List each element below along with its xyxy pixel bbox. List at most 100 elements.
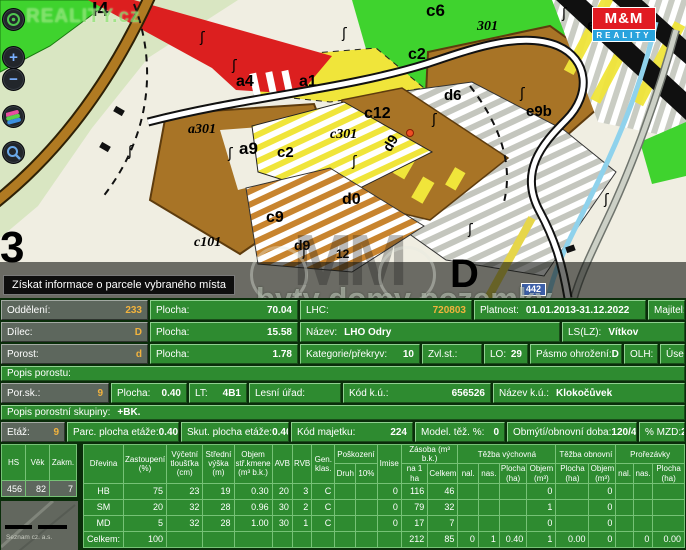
panel-field: Plocha:70.04 (150, 300, 298, 320)
panel-row: Oddělení:233Plocha:70.04LHC:720803 Platno… (1, 300, 685, 320)
column-subheader: Objem (m³) (589, 464, 616, 483)
svg-text:ʃ: ʃ (519, 86, 525, 102)
table-cell (335, 531, 356, 547)
table-cell (203, 531, 234, 547)
zoom-in-button[interactable]: + (2, 46, 25, 69)
table-cell: 1 (292, 515, 311, 531)
panel-field: Kategorie/překryv:10 (300, 344, 420, 364)
table-cell: 0 (589, 515, 616, 531)
panel-field: LHC:720803 (300, 300, 472, 320)
column-subheader: Plocha (ha) (556, 464, 589, 483)
table-cell: 212 (401, 531, 427, 547)
field-value: Klokočůvek (556, 388, 612, 399)
panel-row: Popis porostu: (1, 366, 685, 381)
search-icon (6, 145, 22, 161)
svg-text:ʃ: ʃ (431, 112, 437, 128)
table-cell: 0 (589, 499, 616, 515)
table-cell (556, 499, 589, 515)
field-value: 01.01.2013-31.12.2022 (526, 305, 629, 316)
search-button[interactable] (2, 141, 25, 164)
panel-field: Etáž:9 (1, 422, 65, 442)
table-cell: 23 (167, 483, 203, 499)
species-table: DřevinaZastoupení (%)Výčetní tloušťka (c… (83, 444, 685, 548)
column-header: Zastoupení (%) (124, 445, 167, 484)
panel-field: Oddělení:233 (1, 300, 148, 320)
column-header: RVB (292, 445, 311, 484)
table-cell (653, 499, 685, 515)
table-cell (556, 515, 589, 531)
table-cell (234, 531, 272, 547)
table-cell: 30 (272, 515, 292, 531)
field-value: 29 (511, 349, 522, 360)
table-cell (499, 515, 526, 531)
panel-field: LS(LZ):Vítkov (562, 322, 685, 342)
map-logo-button[interactable] (2, 8, 25, 31)
table-cell (616, 531, 633, 547)
field-label: LS(LZ): (568, 327, 601, 338)
table-cell (356, 531, 377, 547)
table-cell: 2 (292, 499, 311, 515)
field-label: Plocha: (117, 388, 150, 399)
field-label: Platnost: (480, 305, 519, 316)
svg-text:ʃ: ʃ (351, 154, 357, 170)
svg-text:ʃ: ʃ (227, 146, 233, 162)
field-label: % MZD: (645, 427, 681, 438)
table-cell: 46 (428, 483, 458, 499)
column-header: Těžba výchovná (458, 445, 556, 464)
field-label: Zvl.st.: (428, 349, 457, 360)
panel-field: Popis porostu: (1, 366, 685, 381)
table-cell: 7 (428, 515, 458, 531)
field-label: Plocha: (156, 349, 189, 360)
map-canvas[interactable]: ʃʃʃ ʃʃʃ ʃʃʃ ʃʃʃ I4c6c2301a4a1a301a9c2c12… (0, 0, 686, 298)
table-cell (335, 483, 356, 499)
table-cell: 85 (428, 531, 458, 547)
table-cell: 0 (458, 531, 478, 547)
svg-text:ʃ: ʃ (467, 222, 473, 238)
field-label: Etáž: (7, 427, 30, 438)
table-cell: 30 (272, 499, 292, 515)
table-cell: 19 (203, 483, 234, 499)
table-cell: 5 (124, 515, 167, 531)
field-label: Skut. plocha etáže: (187, 427, 272, 438)
table-row: MD532281.00301C017700 (84, 515, 685, 531)
svg-text:ʃ: ʃ (199, 30, 205, 46)
table-cell: 0 (377, 483, 401, 499)
table-cell: SM (84, 499, 124, 515)
column-subheader: na 1 ha (401, 464, 427, 483)
svg-text:ʃ: ʃ (561, 6, 567, 22)
column-subheader: nas. (633, 464, 653, 483)
zoom-out-button[interactable]: − (2, 68, 25, 91)
column-subheader: Celkem (428, 464, 458, 483)
table-cell: 0 (589, 531, 616, 547)
field-label: Název k.ú.: (499, 388, 549, 399)
svg-text:ʃ: ʃ (127, 144, 133, 160)
field-label: LHC: (306, 305, 329, 316)
table-cell: C (312, 483, 335, 499)
table-cell (616, 483, 633, 499)
panel-row: Etáž:9Parc. plocha etáže:0.40Skut. ploch… (1, 422, 685, 442)
column-subheader: nal. (616, 464, 633, 483)
panel-field: Zvl.st.: (422, 344, 482, 364)
table-cell (272, 531, 292, 547)
table-cell: 7 (50, 481, 77, 497)
stand-summary-table: HSVěkZakm.456827 (1, 444, 77, 497)
table-cell (653, 483, 685, 499)
panel-field: Porost:d (1, 344, 148, 364)
brand-logo: M&M REALITY (592, 7, 656, 42)
table-cell: 456 (2, 481, 26, 497)
panel-field: % MZD:25 (639, 422, 685, 442)
table-cell (458, 483, 478, 499)
table-cell (499, 483, 526, 499)
table-cell (167, 531, 203, 547)
field-value: 15.58 (267, 327, 292, 338)
field-value: LHO Odry (344, 327, 391, 338)
layers-button[interactable] (2, 105, 25, 128)
field-value: 224 (390, 427, 407, 438)
column-subheader: Plocha (ha) (499, 464, 526, 483)
table-cell (356, 483, 377, 499)
field-value: 1.78 (273, 349, 292, 360)
panel-field: LT:4B1 (189, 383, 247, 403)
app-window: ʃʃʃ ʃʃʃ ʃʃʃ ʃʃʃ I4c6c2301a4a1a301a9c2c12… (0, 0, 686, 550)
panel-field: Úsek:8 (660, 344, 685, 364)
table-cell: 0.96 (234, 499, 272, 515)
